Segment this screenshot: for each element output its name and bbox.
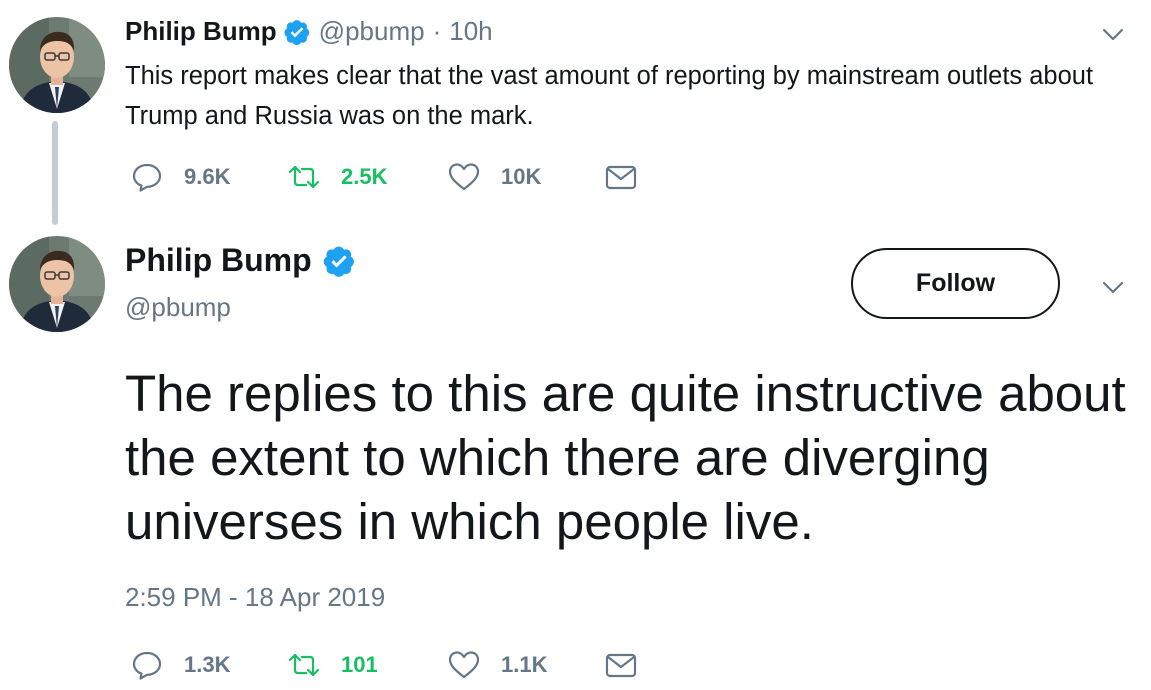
like-icon [447, 648, 481, 682]
chevron-down-icon[interactable] [1099, 273, 1127, 301]
reply-count: 9.6K [184, 164, 231, 189]
avatar[interactable] [9, 236, 105, 332]
reply-button[interactable]: 9.6K [130, 160, 287, 194]
separator-dot: · [432, 16, 442, 46]
reply-button[interactable]: 1.3K [130, 648, 287, 682]
author-handle[interactable]: @pbump [319, 16, 425, 47]
tweet-actions: 9.6K 2.5K 10K [130, 160, 638, 194]
like-button[interactable]: 10K [447, 160, 604, 194]
direct-message-icon [604, 648, 638, 682]
tweet-header: Philip Bump @pbump · 10h [125, 16, 493, 47]
author-handle[interactable]: @pbump [125, 292, 231, 323]
retweet-button[interactable]: 2.5K [287, 160, 447, 194]
like-icon [447, 160, 481, 194]
tweet-header: Philip Bump [125, 242, 356, 279]
reply-icon [130, 160, 164, 194]
direct-message-icon [604, 160, 638, 194]
retweet-icon [287, 648, 321, 682]
tweet-text: This report makes clear that the vast am… [125, 62, 1094, 130]
author-name[interactable]: Philip Bump [125, 242, 312, 279]
like-button[interactable]: 1.1K [447, 648, 604, 682]
reply-icon [130, 648, 164, 682]
direct-message-button[interactable] [604, 160, 638, 194]
verified-badge-icon [283, 18, 311, 46]
follow-button[interactable]: Follow [851, 248, 1060, 319]
chevron-down-icon[interactable] [1099, 20, 1127, 48]
tweet-age[interactable]: 10h [449, 16, 492, 47]
avatar[interactable] [9, 17, 105, 113]
thread-connector [52, 121, 58, 225]
verified-badge-icon [322, 244, 356, 278]
like-count: 10K [501, 164, 542, 189]
author-name[interactable]: Philip Bump [125, 16, 277, 47]
reply-count: 1.3K [184, 652, 231, 677]
like-count: 1.1K [501, 652, 548, 677]
retweet-count: 2.5K [341, 164, 388, 189]
tweet-text: The replies to this are quite instructiv… [125, 365, 1126, 550]
tweet-timestamp[interactable]: 2:59 PM - 18 Apr 2019 [125, 582, 385, 613]
retweet-count: 101 [341, 652, 378, 677]
retweet-icon [287, 160, 321, 194]
retweet-button[interactable]: 101 [287, 648, 447, 682]
tweet-actions: 1.3K 101 1.1K [130, 648, 638, 682]
direct-message-button[interactable] [604, 648, 638, 682]
